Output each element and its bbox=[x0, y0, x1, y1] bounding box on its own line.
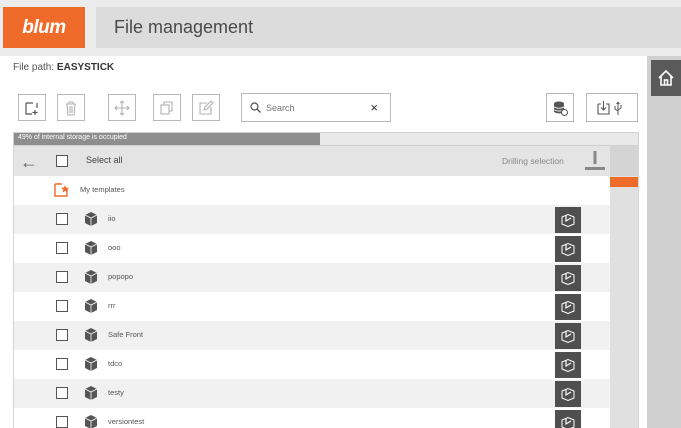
back-arrow-icon[interactable]: ← bbox=[20, 152, 38, 173]
item-checkbox[interactable] bbox=[56, 416, 68, 428]
drill-preview-icon bbox=[561, 329, 575, 343]
list-item[interactable]: tdco bbox=[14, 350, 610, 379]
storage-switch-button[interactable] bbox=[546, 93, 574, 122]
trash-icon bbox=[66, 100, 76, 116]
drill-preview-icon bbox=[561, 242, 575, 256]
item-action-button[interactable] bbox=[555, 236, 581, 262]
item-checkbox[interactable] bbox=[56, 213, 68, 225]
drill-icon bbox=[585, 151, 605, 170]
home-button[interactable] bbox=[651, 60, 681, 96]
move-button[interactable] bbox=[108, 94, 136, 121]
scrollbar[interactable] bbox=[610, 146, 638, 428]
list-header: ← Select all Drilling selection bbox=[14, 146, 610, 176]
storage-text: 49% of internal storage is occupied bbox=[18, 134, 127, 141]
package-icon bbox=[84, 414, 98, 428]
drilling-selection-label: Drilling selection bbox=[502, 156, 564, 166]
package-icon bbox=[84, 385, 98, 401]
item-checkbox[interactable] bbox=[56, 271, 68, 283]
item-name: Safe Front bbox=[108, 330, 144, 339]
package-icon bbox=[84, 327, 98, 343]
item-checkbox[interactable] bbox=[56, 300, 68, 312]
usb-import-button[interactable] bbox=[586, 93, 638, 122]
package-icon bbox=[84, 356, 98, 372]
item-action-button[interactable] bbox=[555, 294, 581, 320]
blum-logo: blum bbox=[3, 7, 85, 48]
list-item[interactable]: iio bbox=[14, 205, 610, 234]
template-folder-icon bbox=[54, 182, 70, 203]
page-title-bar: File management bbox=[96, 7, 681, 48]
list-item[interactable]: rrr bbox=[14, 292, 610, 321]
search-icon bbox=[250, 102, 261, 113]
file-path-label: File path: bbox=[13, 62, 55, 73]
item-action-button[interactable] bbox=[555, 410, 581, 428]
edit-icon bbox=[199, 99, 214, 115]
search-input[interactable] bbox=[266, 102, 366, 113]
item-action-button[interactable] bbox=[555, 323, 581, 349]
list-item[interactable]: ooo bbox=[14, 234, 610, 263]
storage-bar: 49% of internal storage is occupied bbox=[13, 132, 639, 146]
item-name: iio bbox=[108, 214, 116, 223]
package-icon bbox=[84, 211, 98, 227]
drill-preview-icon bbox=[561, 300, 575, 314]
item-checkbox[interactable] bbox=[56, 329, 68, 341]
list-item[interactable]: Safe Front bbox=[14, 321, 610, 350]
clear-search-button[interactable]: × bbox=[370, 100, 378, 115]
delete-button[interactable] bbox=[57, 94, 85, 121]
item-action-button[interactable] bbox=[555, 207, 581, 233]
drilling-selection-button[interactable] bbox=[581, 148, 609, 174]
item-name: rrr bbox=[108, 301, 116, 310]
package-icon bbox=[84, 298, 98, 314]
item-checkbox[interactable] bbox=[56, 358, 68, 370]
item-name: popopo bbox=[108, 272, 134, 281]
drill-preview-icon bbox=[561, 213, 575, 227]
new-file-icon bbox=[25, 101, 38, 115]
database-icon bbox=[553, 101, 568, 116]
copy-icon bbox=[160, 100, 173, 115]
drill-preview-icon bbox=[561, 387, 575, 401]
copy-button[interactable] bbox=[153, 94, 181, 121]
item-action-button[interactable] bbox=[555, 352, 581, 378]
item-name: ooo bbox=[108, 243, 121, 252]
item-action-button[interactable] bbox=[555, 381, 581, 407]
file-path: File path: EASYSTICK bbox=[13, 62, 114, 73]
package-icon bbox=[84, 240, 98, 256]
right-sidebar bbox=[647, 56, 681, 428]
page-title: File management bbox=[114, 17, 254, 37]
usb-icon bbox=[597, 100, 622, 115]
select-all-checkbox[interactable] bbox=[56, 155, 68, 167]
item-checkbox[interactable] bbox=[56, 387, 68, 399]
item-checkbox[interactable] bbox=[56, 242, 68, 254]
top-bar: blum File management bbox=[0, 0, 681, 52]
drill-preview-icon bbox=[561, 358, 575, 372]
list-item[interactable]: testy bbox=[14, 379, 610, 408]
logo-text: blum bbox=[22, 16, 66, 38]
move-icon bbox=[114, 99, 130, 116]
item-name: tdco bbox=[108, 359, 123, 368]
search-box: × bbox=[241, 93, 391, 122]
drill-preview-icon bbox=[561, 416, 575, 428]
file-list: ← Select all Drilling selection My templ… bbox=[13, 146, 639, 428]
folder-row[interactable]: My templates bbox=[14, 176, 610, 205]
package-icon bbox=[84, 269, 98, 285]
list-item[interactable]: popopo bbox=[14, 263, 610, 292]
item-name: versiontest bbox=[108, 417, 145, 426]
rename-button[interactable] bbox=[192, 94, 220, 121]
scrollbar-thumb[interactable] bbox=[610, 177, 638, 187]
file-path-value: EASYSTICK bbox=[56, 62, 115, 73]
folder-name: My templates bbox=[80, 185, 125, 194]
item-name: testy bbox=[108, 388, 124, 397]
item-action-button[interactable] bbox=[555, 265, 581, 291]
home-icon bbox=[658, 69, 674, 86]
select-all-label: Select all bbox=[86, 155, 123, 165]
list-item[interactable]: versiontest bbox=[14, 408, 610, 428]
new-file-button[interactable] bbox=[18, 94, 46, 121]
drill-preview-icon bbox=[561, 271, 575, 285]
